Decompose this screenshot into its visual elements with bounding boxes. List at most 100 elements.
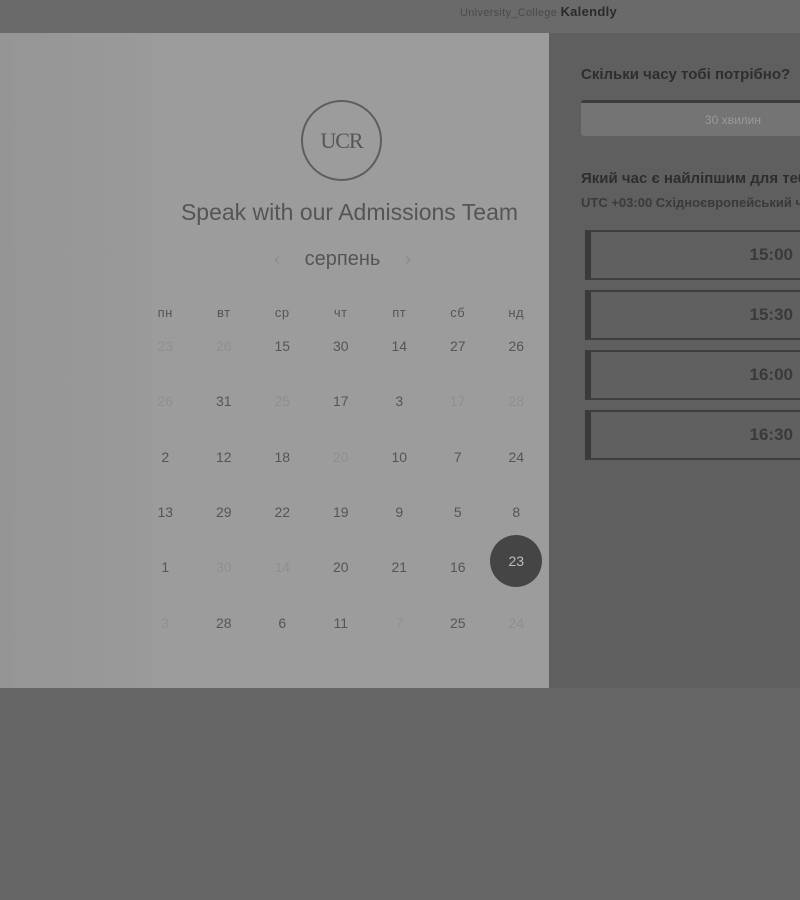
day-number: 26 (157, 393, 174, 409)
calendar-day[interactable]: 10 (370, 449, 429, 465)
calendar-day[interactable]: 18 (253, 449, 312, 465)
calendar-day[interactable]: 28 (195, 615, 254, 631)
calendar-day[interactable]: 15 (253, 338, 312, 354)
calendar-day[interactable]: 7 (429, 449, 488, 465)
day-number: 3 (395, 393, 404, 409)
day-number: 20 (332, 559, 349, 575)
chevron-left-icon[interactable]: ‹ (270, 249, 284, 270)
weekday-header: пн вт ср чт пт сб нд (136, 305, 546, 320)
day-number: 6 (278, 615, 287, 631)
selected-day[interactable]: 23 (487, 534, 546, 587)
day-number: 23 (490, 534, 543, 587)
calendar-week-row: 23 26 15 30 14 27 26 (136, 333, 546, 359)
calendar-day[interactable]: 1 (136, 559, 195, 575)
day-number: 29 (215, 504, 232, 520)
day-number: 21 (391, 559, 408, 575)
calendar-week-row: 1 30 14 20 21 16 23 (136, 534, 546, 587)
day-number: 11 (333, 615, 349, 631)
day-number: 14 (391, 338, 408, 354)
calendar-day[interactable]: 3 (370, 393, 429, 409)
calendar-day[interactable]: 12 (195, 449, 254, 465)
calendar-day: 3 (136, 615, 195, 631)
day-number: 30 (215, 559, 232, 575)
calendar-day: 17 (429, 393, 488, 409)
calendar-day: 23 (136, 338, 195, 354)
chevron-right-icon[interactable]: › (401, 249, 415, 270)
calendar-day[interactable]: 31 (195, 393, 254, 409)
calendar-day: 26 (136, 393, 195, 409)
weekday-label: вт (216, 305, 231, 320)
day-number: 18 (274, 449, 291, 465)
calendar-day[interactable]: 19 (312, 504, 371, 520)
day-number: 13 (157, 504, 174, 520)
calendar-week-row: 3 28 6 11 7 25 24 (136, 610, 546, 636)
weekday-label: ср (274, 305, 290, 320)
time-slot-label: 15:30 (749, 305, 793, 324)
calendar-day[interactable]: 14 (370, 338, 429, 354)
time-slot-button[interactable]: 15:30 (585, 290, 800, 340)
calendar-day: 28 (487, 393, 546, 409)
day-number: 9 (395, 504, 404, 520)
day-number: 23 (157, 338, 174, 354)
day-number: 31 (215, 393, 232, 409)
booking-panel: Скільки часу тобі потрібно? 30 хвилин Як… (549, 33, 800, 688)
calendar-day[interactable]: 8 (487, 504, 546, 520)
calendar-day[interactable]: 17 (312, 393, 371, 409)
calendar-day[interactable]: 26 (487, 338, 546, 354)
day-number: 19 (332, 504, 349, 520)
day-number: 16 (449, 559, 466, 575)
calendar-day[interactable]: 9 (370, 504, 429, 520)
time-slot-button[interactable]: 15:00 (585, 230, 800, 280)
calendar-day[interactable]: 25 (429, 615, 488, 631)
brand-header: University_College Kalendly (460, 4, 617, 19)
duration-select[interactable]: 30 хвилин (581, 100, 800, 136)
calendar-day[interactable]: 27 (429, 338, 488, 354)
calendar-day[interactable]: 5 (429, 504, 488, 520)
calendar-day: 7 (370, 615, 429, 631)
month-label: серпень (304, 247, 381, 270)
time-slot-button[interactable]: 16:00 (585, 350, 800, 400)
month-navigation: ‹ серпень › (270, 246, 415, 272)
calendar-day[interactable]: 2 (136, 449, 195, 465)
calendar-day[interactable]: 24 (487, 449, 546, 465)
page-title: Speak with our Admissions Team (0, 199, 549, 226)
calendar-day[interactable]: 20 (312, 559, 371, 575)
brand-suffix: Kalendly (560, 4, 618, 19)
calendar-day: 24 (487, 615, 546, 631)
calendar-day: 26 (195, 338, 254, 354)
calendar-day: 30 (195, 559, 254, 575)
time-slot-button[interactable]: 16:30 (585, 410, 800, 460)
weekday-label: пн (157, 305, 173, 320)
day-number: 20 (332, 449, 349, 465)
calendar-day[interactable]: 30 (312, 338, 371, 354)
calendar-day[interactable]: 22 (253, 504, 312, 520)
weekday-label: чт (333, 305, 348, 320)
day-number: 7 (395, 615, 404, 631)
duration-value: 30 хвилин (704, 112, 761, 127)
day-number: 25 (274, 393, 291, 409)
calendar-day[interactable]: 16 (429, 559, 488, 575)
calendar-day[interactable]: 11 (312, 615, 371, 631)
day-number: 22 (274, 504, 291, 520)
panel-shade (0, 33, 152, 688)
day-number: 27 (449, 338, 466, 354)
weekday-label: нд (508, 305, 525, 320)
calendar-day[interactable]: 21 (370, 559, 429, 575)
calendar-week-row: 26 31 25 17 3 17 28 (136, 388, 546, 414)
day-number: 8 (512, 504, 521, 520)
day-number: 24 (508, 449, 525, 465)
day-number: 28 (508, 393, 525, 409)
time-question: Який час є найліпшим для тебе? (581, 170, 800, 187)
day-number: 12 (215, 449, 232, 465)
time-slot-label: 16:00 (749, 365, 793, 384)
calendar-day[interactable]: 6 (253, 615, 312, 631)
calendar-day: 25 (253, 393, 312, 409)
time-slot-label: 15:00 (749, 245, 793, 264)
day-number: 15 (274, 338, 291, 354)
day-number: 17 (332, 393, 349, 409)
weekday-label: пт (392, 305, 407, 320)
calendar-day[interactable]: 29 (195, 504, 254, 520)
day-number: 24 (508, 615, 525, 631)
day-number: 30 (332, 338, 349, 354)
calendar-day[interactable]: 13 (136, 504, 195, 520)
